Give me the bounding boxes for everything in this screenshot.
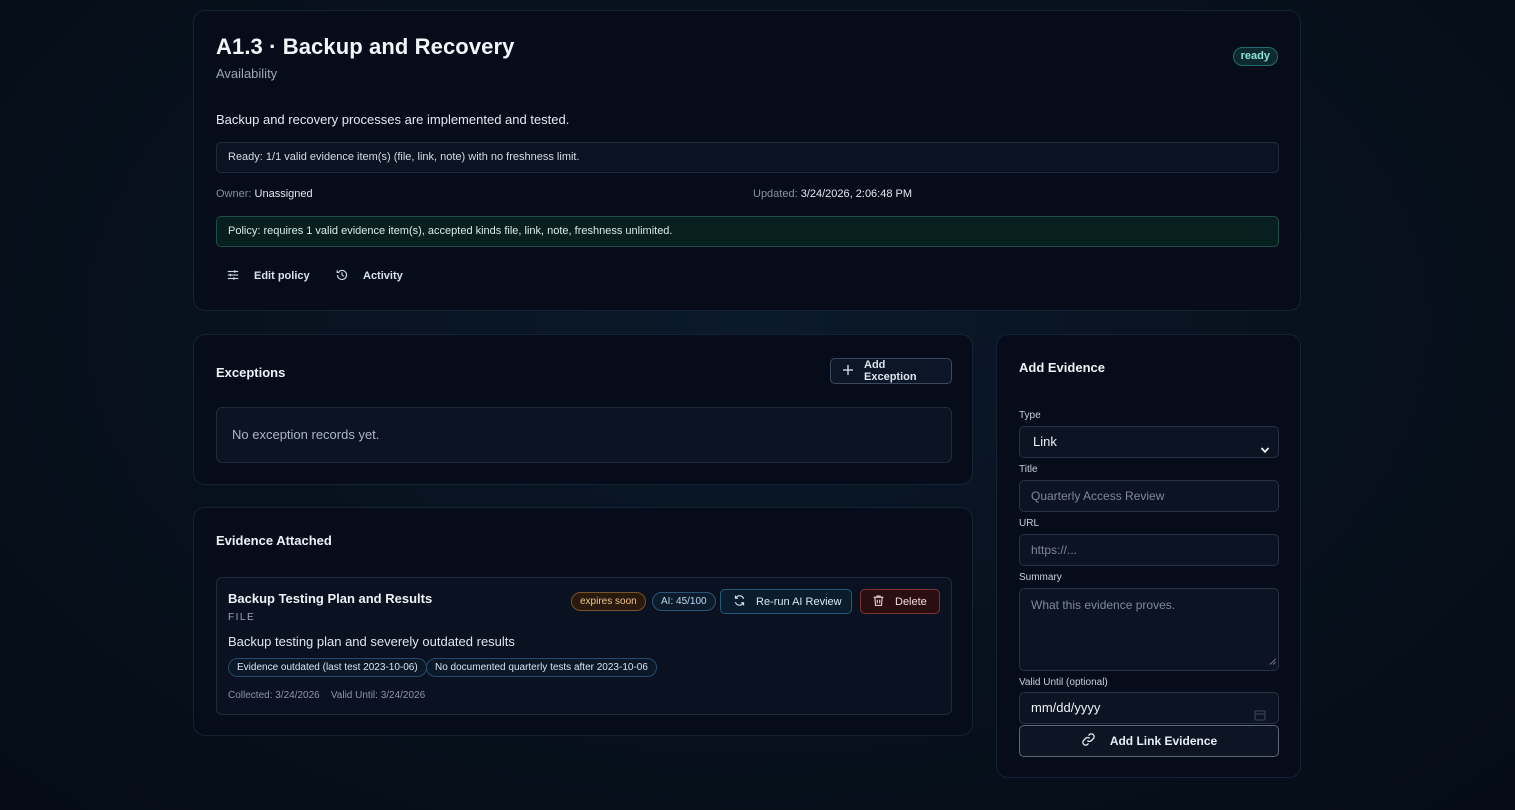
owner-value: Unassigned bbox=[254, 188, 313, 200]
delete-evidence-button[interactable]: Delete bbox=[860, 589, 940, 614]
owner-label: Owner: bbox=[216, 188, 252, 200]
add-exception-label: Add Exception bbox=[864, 359, 917, 383]
refresh-icon bbox=[733, 594, 746, 610]
evidence-item: Backup Testing Plan and Results FILE exp… bbox=[216, 577, 952, 715]
plus-icon bbox=[842, 364, 854, 379]
readiness-summary: Ready: 1/1 valid evidence item(s) (file,… bbox=[216, 142, 1279, 173]
add-evidence-heading: Add Evidence bbox=[1019, 360, 1105, 375]
rerun-ai-review-button[interactable]: Re-run AI Review bbox=[720, 589, 852, 614]
type-label: Type bbox=[1019, 410, 1041, 421]
evidence-type-select[interactable]: Link bbox=[1019, 426, 1279, 458]
rerun-label: Re-run AI Review bbox=[756, 595, 842, 608]
link-icon bbox=[1081, 732, 1096, 750]
type-select-value: Link bbox=[1033, 434, 1057, 449]
title-input[interactable]: Quarterly Access Review bbox=[1019, 480, 1279, 512]
valid-until-label: Valid Until (optional) bbox=[1019, 677, 1108, 688]
url-label: URL bbox=[1019, 518, 1040, 529]
edit-policy-button[interactable]: Edit policy bbox=[226, 267, 310, 285]
evidence-heading: Evidence Attached bbox=[216, 533, 332, 548]
url-input[interactable]: https://... bbox=[1019, 534, 1279, 566]
resize-handle-icon[interactable] bbox=[1269, 654, 1276, 668]
owner-meta: Owner: Unassigned bbox=[216, 188, 313, 200]
exceptions-empty-state: No exception records yet. bbox=[216, 407, 952, 463]
status-badge: ready bbox=[1232, 47, 1278, 66]
add-link-evidence-label: Add Link Evidence bbox=[1109, 734, 1218, 748]
valid-until-value: mm/dd/yyyy bbox=[1031, 700, 1101, 715]
add-evidence-card: Add Evidence Type Link Title Quarterly A… bbox=[996, 334, 1301, 778]
delete-label: Delete bbox=[895, 595, 927, 608]
evidence-flag: No documented quarterly tests after 2023… bbox=[426, 658, 657, 677]
valid-until-date: Valid Until: 3/24/2026 bbox=[330, 690, 426, 701]
exceptions-heading: Exceptions bbox=[216, 365, 286, 380]
control-title: A1.3 · Backup and Recovery bbox=[216, 34, 515, 59]
activity-button[interactable]: Activity bbox=[335, 267, 403, 285]
expires-soon-badge: expires soon bbox=[571, 592, 646, 611]
exceptions-card: Exceptions Add Exception No exception re… bbox=[193, 334, 973, 485]
summary-placeholder: What this evidence proves. bbox=[1031, 598, 1176, 612]
title-label: Title bbox=[1019, 464, 1038, 475]
evidence-dates: Collected: 3/24/2026 Valid Until: 3/24/2… bbox=[228, 690, 425, 701]
updated-label: Updated: bbox=[753, 188, 798, 200]
control-category: Availability bbox=[216, 66, 278, 81]
evidence-title: Backup Testing Plan and Results bbox=[228, 591, 433, 606]
summary-textarea[interactable]: What this evidence proves. bbox=[1019, 588, 1279, 671]
evidence-card: Evidence Attached Backup Testing Plan an… bbox=[193, 507, 973, 736]
evidence-kind: FILE bbox=[228, 612, 256, 623]
valid-until-input[interactable]: mm/dd/yyyy bbox=[1019, 692, 1279, 724]
evidence-summary: Backup testing plan and severely outdate… bbox=[228, 634, 515, 649]
activity-label: Activity bbox=[363, 270, 403, 282]
policy-summary: Policy: requires 1 valid evidence item(s… bbox=[216, 216, 1279, 247]
history-icon bbox=[335, 268, 349, 285]
trash-icon bbox=[872, 594, 885, 610]
add-link-evidence-button[interactable]: Add Link Evidence bbox=[1019, 725, 1279, 757]
updated-meta: Updated: 3/24/2026, 2:06:48 PM bbox=[753, 188, 912, 200]
sliders-icon bbox=[226, 268, 240, 285]
control-description: Backup and recovery processes are implem… bbox=[216, 112, 570, 127]
collected-date: Collected: 3/24/2026 bbox=[228, 690, 320, 701]
edit-policy-label: Edit policy bbox=[254, 270, 310, 282]
updated-value: 3/24/2026, 2:06:48 PM bbox=[800, 188, 913, 200]
control-card: A1.3 · Backup and Recovery Availability … bbox=[193, 10, 1301, 311]
evidence-flag: Evidence outdated (last test 2023-10-06) bbox=[228, 658, 427, 677]
summary-label: Summary bbox=[1019, 572, 1062, 583]
chevron-down-icon bbox=[1260, 436, 1270, 454]
add-exception-button[interactable]: Add Exception bbox=[830, 358, 952, 384]
ai-score-badge: AI: 45/100 bbox=[652, 592, 716, 611]
